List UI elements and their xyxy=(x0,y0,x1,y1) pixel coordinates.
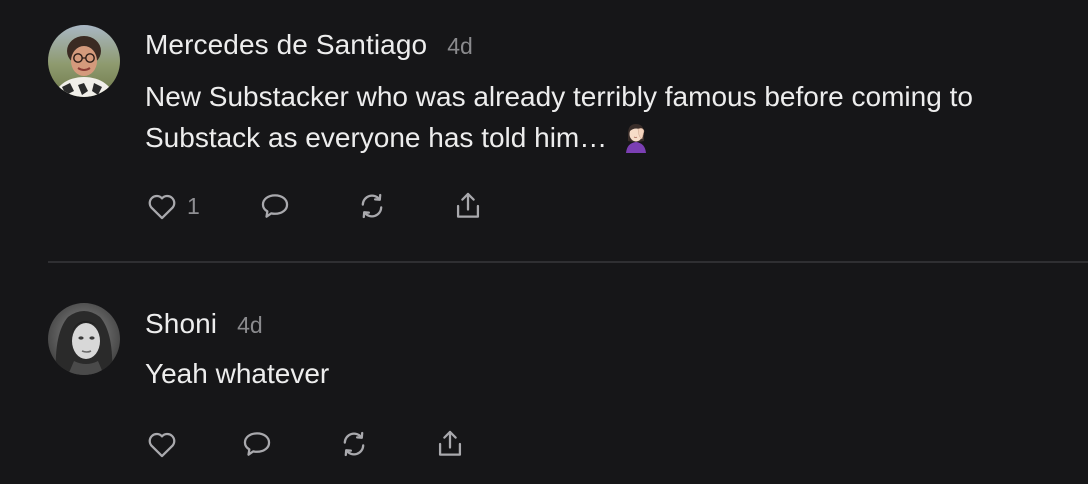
comment-actions xyxy=(145,424,545,464)
share-icon xyxy=(451,189,485,223)
share-button[interactable] xyxy=(433,424,467,464)
timestamp[interactable]: 4d xyxy=(447,33,473,60)
share-icon xyxy=(433,427,467,461)
like-button[interactable]: 1 xyxy=(145,186,200,226)
share-button[interactable] xyxy=(451,186,485,226)
comment-body: Yeah whatever xyxy=(145,358,330,389)
woman-facepalming-emoji-icon xyxy=(619,119,653,153)
comment-text: New Substacker who was already terribly … xyxy=(145,76,1075,158)
comment-body: New Substacker who was already terribly … xyxy=(145,81,973,153)
restack-icon xyxy=(337,427,371,461)
woman-with-glasses-avatar xyxy=(48,25,120,97)
avatar[interactable] xyxy=(48,303,120,375)
comment-thread: Mercedes de Santiago 4d New Substacker w… xyxy=(0,0,1088,484)
restack-icon xyxy=(355,189,389,223)
avatar[interactable] xyxy=(48,25,120,97)
restack-button[interactable] xyxy=(355,186,389,226)
reply-button[interactable] xyxy=(258,186,292,226)
comment-item: Shoni 4d Yeah whatever xyxy=(0,263,1088,484)
reply-button[interactable] xyxy=(240,424,274,464)
speech-bubble-icon xyxy=(258,189,292,223)
timestamp[interactable]: 4d xyxy=(237,312,263,339)
comment-item: Mercedes de Santiago 4d New Substacker w… xyxy=(0,0,1088,262)
author-name[interactable]: Shoni xyxy=(145,308,217,340)
grayscale-portrait-avatar xyxy=(48,303,120,375)
comment-header: Shoni 4d xyxy=(145,308,263,340)
heart-icon xyxy=(145,427,179,461)
like-count: 1 xyxy=(187,192,200,219)
author-name[interactable]: Mercedes de Santiago xyxy=(145,29,427,61)
restack-button[interactable] xyxy=(337,424,371,464)
heart-icon xyxy=(145,189,179,223)
comment-text: Yeah whatever xyxy=(145,353,1075,394)
comment-header: Mercedes de Santiago 4d xyxy=(145,29,473,61)
speech-bubble-icon xyxy=(240,427,274,461)
like-button[interactable] xyxy=(145,424,179,464)
comment-actions: 1 xyxy=(145,186,545,226)
